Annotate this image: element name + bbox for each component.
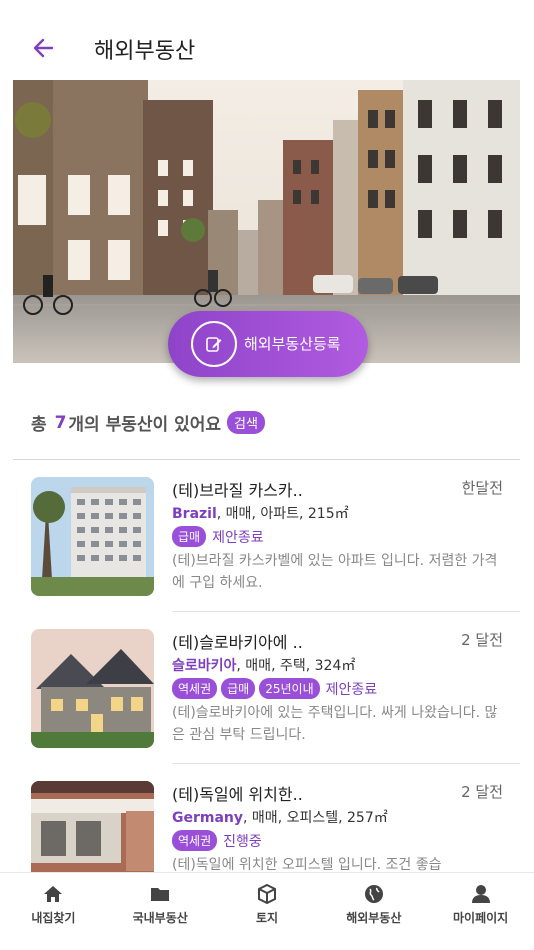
register-button-label: 해외부동산등록 (244, 335, 341, 353)
listing-thumbnail (31, 477, 154, 596)
nav-label: 마이페이지 (452, 911, 509, 925)
listing-details: , 매매, 아파트, 215㎡ (216, 506, 349, 522)
listing-description: (테)브라질 카스카벨에 있는 아파트 입니다. 저렴한 가격에 구입 하세요. (172, 553, 498, 591)
tag-badge: 25년이내 (259, 678, 320, 699)
nav-label: 해외부동산 (346, 911, 402, 925)
listing-time: 2 달전 (461, 631, 503, 649)
listing-item[interactable]: (테)슬로바키아에 .. 2 달전 슬로바키아, 매매, 주택, 324㎡ 역세… (0, 612, 534, 764)
nav-item-home[interactable]: 내집찾기 (0, 873, 107, 950)
edit-icon (191, 321, 237, 367)
cube-icon (257, 883, 276, 905)
listing-country: Germany (172, 810, 244, 826)
listing-title: (테)독일에 위치한.. (172, 785, 303, 804)
listing-country: Brazil (172, 506, 217, 522)
listing-time: 한달전 (461, 479, 503, 497)
listing-status: 제안종료 (325, 681, 378, 698)
listing-tags: 역세권 진행중 (172, 830, 262, 851)
tag-badge: 역세권 (172, 678, 218, 699)
nav-item-land[interactable]: 토지 (214, 873, 321, 950)
listing-count: 총 7 개의 부동산이 있어요 검색 (31, 410, 265, 435)
tag-badge: 급매 (172, 526, 207, 547)
nav-item-mypage[interactable]: 마이페이지 (427, 873, 534, 950)
register-overseas-button[interactable]: 해외부동산등록 (168, 311, 368, 377)
listing-time: 2 달전 (461, 783, 503, 801)
listing-status: 진행중 (223, 833, 262, 850)
count-prefix: 총 (31, 415, 47, 435)
listing-title: (테)브라질 카스카.. (172, 481, 303, 500)
page-title: 해외부동산 (94, 39, 196, 64)
nav-label: 국내부동산 (132, 911, 188, 925)
count-suffix: 개의 부동산이 있어요 (68, 415, 222, 435)
person-icon (471, 885, 490, 903)
listing-meta: Brazil, 매매, 아파트, 215㎡ (172, 503, 349, 523)
tag-badge: 급매 (221, 678, 256, 699)
listing-meta: Germany, 매매, 오피스텔, 257㎡ (172, 807, 388, 827)
nav-item-overseas[interactable]: 해외부동산 (320, 873, 427, 950)
listing-country: 슬로바키아 (172, 658, 237, 674)
app-header: 해외부동산 (0, 0, 534, 80)
listing-details: , 매매, 오피스텔, 257㎡ (243, 810, 388, 826)
nav-label: 토지 (255, 911, 279, 925)
bottom-navigation: 내집찾기 국내부동산 토지 해외부동산 마이페이지 (0, 872, 534, 950)
listing-status: 제안종료 (212, 529, 264, 546)
listing-tags: 역세권 급매 25년이내 제안종료 (172, 678, 377, 699)
listing-item[interactable]: (테)브라질 카스카.. 한달전 Brazil, 매매, 아파트, 215㎡ 급… (0, 460, 534, 612)
back-button[interactable] (30, 30, 60, 66)
globe-icon (364, 885, 383, 903)
listing-description: (테)슬로바키아에 있는 주택입니다. 싸게 나왔습니다. 많은 관심 부탁 드… (172, 705, 498, 743)
back-arrow-icon (33, 38, 54, 58)
search-button[interactable]: 검색 (227, 411, 265, 434)
home-icon (44, 886, 63, 902)
tag-badge: 역세권 (172, 830, 218, 851)
listing-tags: 급매 제안종료 (172, 526, 264, 547)
count-number: 7 (54, 412, 67, 433)
listing-thumbnail (31, 629, 154, 748)
listing-title: (테)슬로바키아에 .. (172, 633, 303, 652)
listing-details: , 매매, 주택, 324㎡ (236, 658, 356, 674)
nav-item-domestic[interactable]: 국내부동산 (107, 873, 214, 950)
listing-meta: 슬로바키아, 매매, 주택, 324㎡ (172, 655, 355, 675)
nav-label: 내집찾기 (31, 911, 76, 925)
folder-icon (151, 888, 170, 901)
